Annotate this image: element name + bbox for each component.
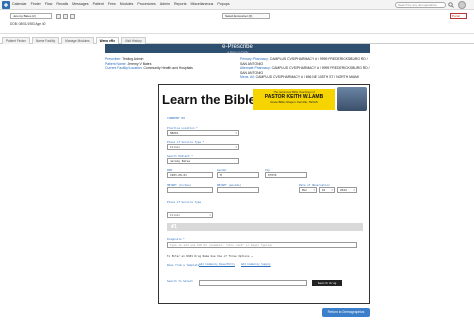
page-title: e-Prescribe <box>222 44 253 50</box>
tab-patient-finder[interactable]: Patient Finder <box>2 37 30 44</box>
tab-weno-erx[interactable]: Weno eRx <box>95 37 119 44</box>
patient-toolbar <box>56 14 75 19</box>
menu-item-flow[interactable]: Flow <box>45 2 53 6</box>
template-label: Rxes from a template <box>167 263 200 267</box>
dob-field[interactable]: 1983-08-01 <box>167 172 213 178</box>
info-label: Prescriber: <box>105 57 122 61</box>
patient-select[interactable]: Jeremy Bates (2) <box>10 13 52 19</box>
diagnosis-input[interactable]: Type to add one ICD Dx (example: "skin r… <box>167 242 357 248</box>
section-title: CURRENT RX <box>167 116 186 120</box>
search-select-label: Search to Select <box>167 279 193 283</box>
user-avatar[interactable] <box>458 1 466 9</box>
menu-item-reports[interactable]: Reports <box>174 2 187 6</box>
banner-box: The Advanced Bible Teachings of PASTOR K… <box>253 89 335 110</box>
prescription-frame: Learn the Bible The Advanced Bible Teach… <box>158 84 370 304</box>
tab-manage-modules[interactable]: Manage Modules <box>61 37 94 44</box>
observation-year-select[interactable]: 2024 <box>337 187 357 193</box>
tab-name-facility[interactable]: Name Facility <box>31 37 60 44</box>
banner-title: Learn the Bible <box>162 92 256 107</box>
drug-search-input[interactable] <box>199 280 307 286</box>
info-label: Mens. All: <box>240 75 255 80</box>
info-value: Community Health and Hospitals <box>143 66 193 71</box>
prescriber-info: Prescriber: Testing Admin Patient Name: … <box>105 57 193 71</box>
menu-item-procedures[interactable]: Procedures <box>137 2 155 6</box>
diagnosis-label: Diagnosis * <box>167 237 185 241</box>
observation-day-select[interactable]: 01 <box>319 187 335 193</box>
drug-instruction: To Enter an RX#1 Drug Name Use One of Th… <box>167 254 253 258</box>
menu-item-popups[interactable]: Popups <box>217 2 229 6</box>
patient-tool-icon[interactable] <box>63 14 68 19</box>
search-drug-button[interactable]: Search Drug <box>312 280 342 286</box>
ad-banner[interactable]: Learn the Bible The Advanced Bible Teach… <box>159 85 369 113</box>
info-label: Alternate Pharmacy: <box>240 66 271 71</box>
return-to-demographics-button[interactable]: Return to Demographics <box>322 308 370 317</box>
patient-dob: DOB: 08/01/1983 Age 40 <box>10 22 46 26</box>
return-to-profile-link[interactable]: ◄ Return to Profile <box>105 51 370 54</box>
info-label: Primary Pharmacy: <box>240 57 269 61</box>
menu-item-admin[interactable]: Admin <box>160 2 170 6</box>
top-menubar: Calendar Finder Flow Recalls Messages Pa… <box>0 0 474 10</box>
menu-item-finder[interactable]: Finder <box>31 2 41 6</box>
menu-item-recalls[interactable]: Recalls <box>56 2 68 6</box>
patient-search-input[interactable]: Jeremy Bates <box>167 158 239 164</box>
gender-field[interactable]: M <box>217 172 259 178</box>
info-value: Jeremy V Bates <box>127 61 152 66</box>
height-field[interactable] <box>167 187 213 193</box>
encounter-select[interactable]: Select Encounter (0) <box>222 13 270 19</box>
menu-item-calendar[interactable]: Calendar <box>12 2 27 6</box>
search-input[interactable]: Search by any demographics <box>395 2 446 8</box>
zip-field[interactable]: 07036 <box>265 172 307 178</box>
patient-tool-icon[interactable] <box>56 14 61 19</box>
patient-tool-icon[interactable] <box>70 14 75 19</box>
app-logo-icon[interactable] <box>2 1 10 9</box>
info-label: Current Facility/Location: <box>105 66 143 71</box>
main-menu: Calendar Finder Flow Recalls Messages Pa… <box>12 2 230 6</box>
portal-button[interactable]: Portal <box>450 13 467 19</box>
info-label: Patient Name: <box>105 61 127 66</box>
menu-item-miscellaneous[interactable]: Miscellaneous <box>191 2 214 6</box>
menu-item-messages[interactable]: Messages <box>72 2 88 6</box>
patient-bar: Jeremy Bates (2) DOB: 08/01/1983 Age 40 … <box>0 10 474 34</box>
add-commonly-supply-link[interactable]: Add Commonly Supply <box>241 263 271 266</box>
banner-line: Grace Bible Chapel • Kerrville, TEXAS <box>270 100 318 104</box>
menu-item-modules[interactable]: Modules <box>120 2 134 6</box>
menu-item-patient[interactable]: Patient <box>93 2 104 6</box>
rx-divider: #1 <box>167 223 363 231</box>
location-select[interactable]: 88601 <box>167 130 239 136</box>
pos-label: Place of Service Type <box>167 200 201 204</box>
info-value: CAMPLUS CVS/PHARMACY # / 656 NE 105TH ST… <box>255 75 359 80</box>
tab-bar: Patient Finder Name Facility Manage Modu… <box>0 37 474 44</box>
search-icon[interactable] <box>448 2 454 8</box>
tab-visit-history[interactable]: Visit History <box>120 37 146 44</box>
observation-month-select[interactable]: Mon <box>299 187 317 193</box>
add-commonly-rxes-link[interactable]: Add Commonly Rxes/Entry <box>199 263 235 266</box>
pos-select[interactable]: Clinic <box>167 212 213 218</box>
banner-photo <box>337 87 367 111</box>
service-select[interactable]: Clinic <box>167 144 239 150</box>
erx-header: e-Prescribe ◄ Return to Profile <box>105 44 370 54</box>
pharmacy-info: Primary Pharmacy: CAMPLUS CVS/PHARMACY #… <box>240 57 370 80</box>
weight-field[interactable] <box>217 187 259 193</box>
info-value: Testing Admin <box>122 57 144 61</box>
menu-item-fees[interactable]: Fees <box>108 2 116 6</box>
